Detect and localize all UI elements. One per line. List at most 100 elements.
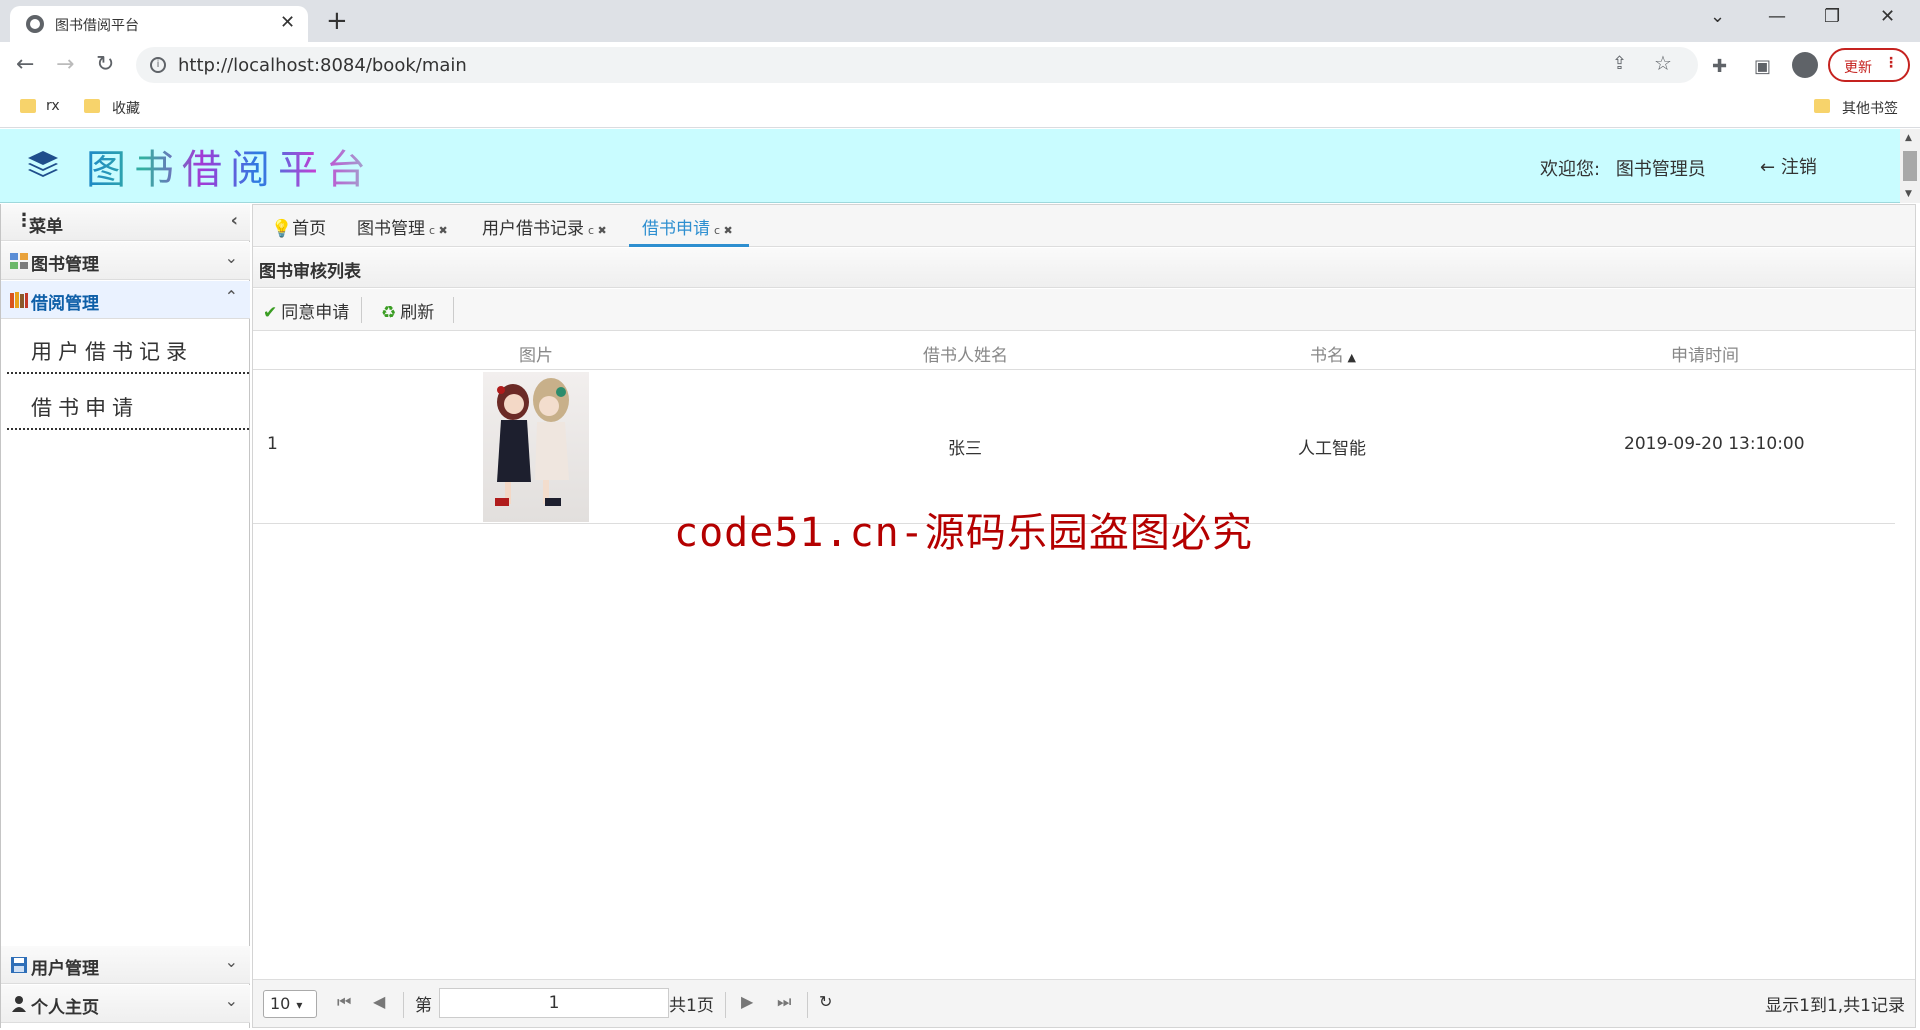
other-bookmarks[interactable]: 其他书签 [1842,98,1898,118]
tab-label: 用户借书记录 [482,219,584,239]
check-icon: ✔ [263,303,278,323]
scroll-up-icon[interactable]: ▲ [1905,133,1912,143]
main-content: 💡首页 图书管理 c ✖ 用户借书记录 c ✖ 借书申请 c ✖ 图书审核列表 ✔ 同意… [252,204,1916,1028]
active-tab-indicator [629,244,749,247]
panel-borrow-management[interactable]: 借阅管理 ⌃ [1,281,250,319]
url-text[interactable]: http://localhost:8084/book/main [178,55,467,76]
layers-icon [28,151,58,177]
browser-tab[interactable]: 图书借阅平台 ✕ [10,6,308,42]
profile-avatar[interactable] [1792,52,1818,78]
person-icon [12,996,26,1012]
chevron-down-icon: ⌄ [224,952,238,971]
panel-label: 图书管理 [31,255,99,275]
next-page-icon[interactable]: ▶ [741,992,753,1011]
record-info: 显示1到1,共1记录 [1765,996,1905,1016]
toolbar-divider [453,297,454,323]
row-borrower: 张三 [948,439,982,459]
update-button[interactable]: 更新 ⋮ [1828,48,1910,82]
side-panel-icon[interactable]: ▣ [1754,56,1771,77]
restore-icon[interactable]: ❐ [1824,6,1840,27]
column-borrower[interactable]: 借书人姓名 [923,341,1008,366]
sidebar-header: ⋮ 菜单 ‹ [1,204,250,241]
site-info-icon[interactable]: i [150,57,166,73]
refresh-icon: ♻ [381,303,397,323]
books-icon [10,292,28,308]
refresh-close-icon[interactable]: c ✖ [429,224,448,237]
update-label: 更新 [1844,60,1872,76]
welcome-label: 欢迎您: [1540,159,1601,180]
pager-divider [725,992,726,1018]
bookmark-favorites[interactable]: 收藏 [112,98,140,118]
refresh-label: 刷新 [400,303,435,323]
scroll-down-icon[interactable]: ▼ [1905,189,1912,199]
scroll-thumb[interactable] [1903,151,1917,181]
prev-page-icon[interactable]: ◀ [373,992,385,1011]
panel-user-management[interactable]: 用户管理 ⌄ [1,946,250,984]
row-book-name: 人工智能 [1298,439,1366,459]
extensions-icon[interactable]: ✚ [1712,56,1727,77]
page-scrollbar[interactable]: ▲ ▼ [1900,129,1920,203]
address-bar[interactable]: i http://localhost:8084/book/main ⇪ ☆ [136,47,1698,83]
chevron-up-icon: ⌃ [224,287,238,306]
reload-icon[interactable]: ↻ [96,52,114,77]
minimize-icon[interactable]: — [1768,6,1786,27]
column-book-name[interactable]: 书名 ▲ [1310,341,1356,366]
sidebar-title: 菜单 [29,217,63,237]
page-size-select[interactable]: 10 ▾ [263,990,317,1018]
share-icon[interactable]: ⇪ [1612,53,1627,74]
list-title: 图书审核列表 [253,248,1915,288]
refresh-button[interactable]: ♻ 刷新 [381,298,434,323]
sidebar-item-borrow-requests[interactable]: 借书申请 [7,376,249,430]
sidebar-item-borrow-records[interactable]: 用户借书记录 [7,320,249,374]
panel-label: 借阅管理 [31,294,99,314]
menu-dots-icon: ⋮ [1884,55,1898,71]
tab-borrow-records[interactable]: 用户借书记录 c ✖ [482,214,607,239]
approve-button[interactable]: ✔ 同意申请 [263,298,349,323]
last-page-icon[interactable]: ⏭ [777,992,791,1012]
pagination-bar: 10 ▾ ⏮ ◀ 第 1 共1页 ▶ ⏭ ↻ 显示1到1,共1记录 [253,979,1915,1027]
panel-label: 用户管理 [31,959,99,979]
back-icon[interactable]: ← [16,52,34,77]
sort-asc-icon: ▲ [1344,351,1356,364]
page-prefix: 第 [415,996,432,1016]
tab-search-icon[interactable]: ⌄ [1710,6,1725,27]
refresh-close-icon[interactable]: c ✖ [714,224,733,237]
chevron-down-icon: ⌄ [224,991,238,1010]
tab-borrow-requests[interactable]: 借书申请 c ✖ [642,214,733,239]
collapse-sidebar-icon[interactable]: ‹ [231,210,238,231]
table-header: 图片 借书人姓名 书名 ▲ 申请时间 [253,332,1915,370]
browser-tab-title: 图书借阅平台 [55,18,139,34]
reload-page-icon[interactable]: ↻ [819,992,832,1011]
grid-icon [10,253,28,269]
new-tab-button[interactable]: + [326,6,348,36]
pager-divider [403,992,404,1018]
bookmark-star-icon[interactable]: ☆ [1654,51,1672,75]
folder-icon [20,99,36,113]
page-number-input[interactable]: 1 [439,988,669,1018]
bookmark-rx[interactable]: rx [46,98,60,114]
first-page-icon[interactable]: ⏮ [337,992,351,1012]
column-image[interactable]: 图片 [519,341,553,366]
book-cover-image [483,372,589,522]
bookmarks-bar: rx 收藏 其他书签 [0,88,1920,128]
tab-home[interactable]: 💡首页 [271,214,326,239]
page-size-value: 10 [270,994,291,1013]
app-title: 图书借阅平台 [86,137,374,195]
list-toolbar: ✔ 同意申请 ♻ 刷新 [253,289,1915,331]
column-apply-time[interactable]: 申请时间 [1671,341,1739,366]
sidebar: ⋮ 菜单 ‹ 图书管理 ⌄ 借阅管理 ⌃ 用户借书记录 借书申请 用户管理 ⌄ … [0,204,250,1028]
logout-link[interactable]: ← 注销 [1760,153,1817,179]
watermark-text: code51.cn-源码乐园盗图必究 [674,510,1253,556]
close-window-icon[interactable]: ✕ [1880,6,1895,27]
forward-icon[interactable]: → [56,52,74,77]
refresh-close-icon[interactable]: c ✖ [588,224,607,237]
user-name: 图书管理员 [1615,159,1706,180]
panel-personal-home[interactable]: 个人主页 ⌄ [1,985,250,1023]
panel-book-management[interactable]: 图书管理 ⌄ [1,242,250,280]
browser-toolbar: ← → ↻ i http://localhost:8084/book/main … [0,42,1920,88]
chevron-down-icon: ▾ [296,998,303,1012]
tab-book-management[interactable]: 图书管理 c ✖ [357,214,448,239]
chevron-down-icon: ⌄ [224,248,238,267]
welcome-text: 欢迎您: 图书管理员 [1540,155,1706,181]
close-tab-icon[interactable]: ✕ [280,12,295,33]
